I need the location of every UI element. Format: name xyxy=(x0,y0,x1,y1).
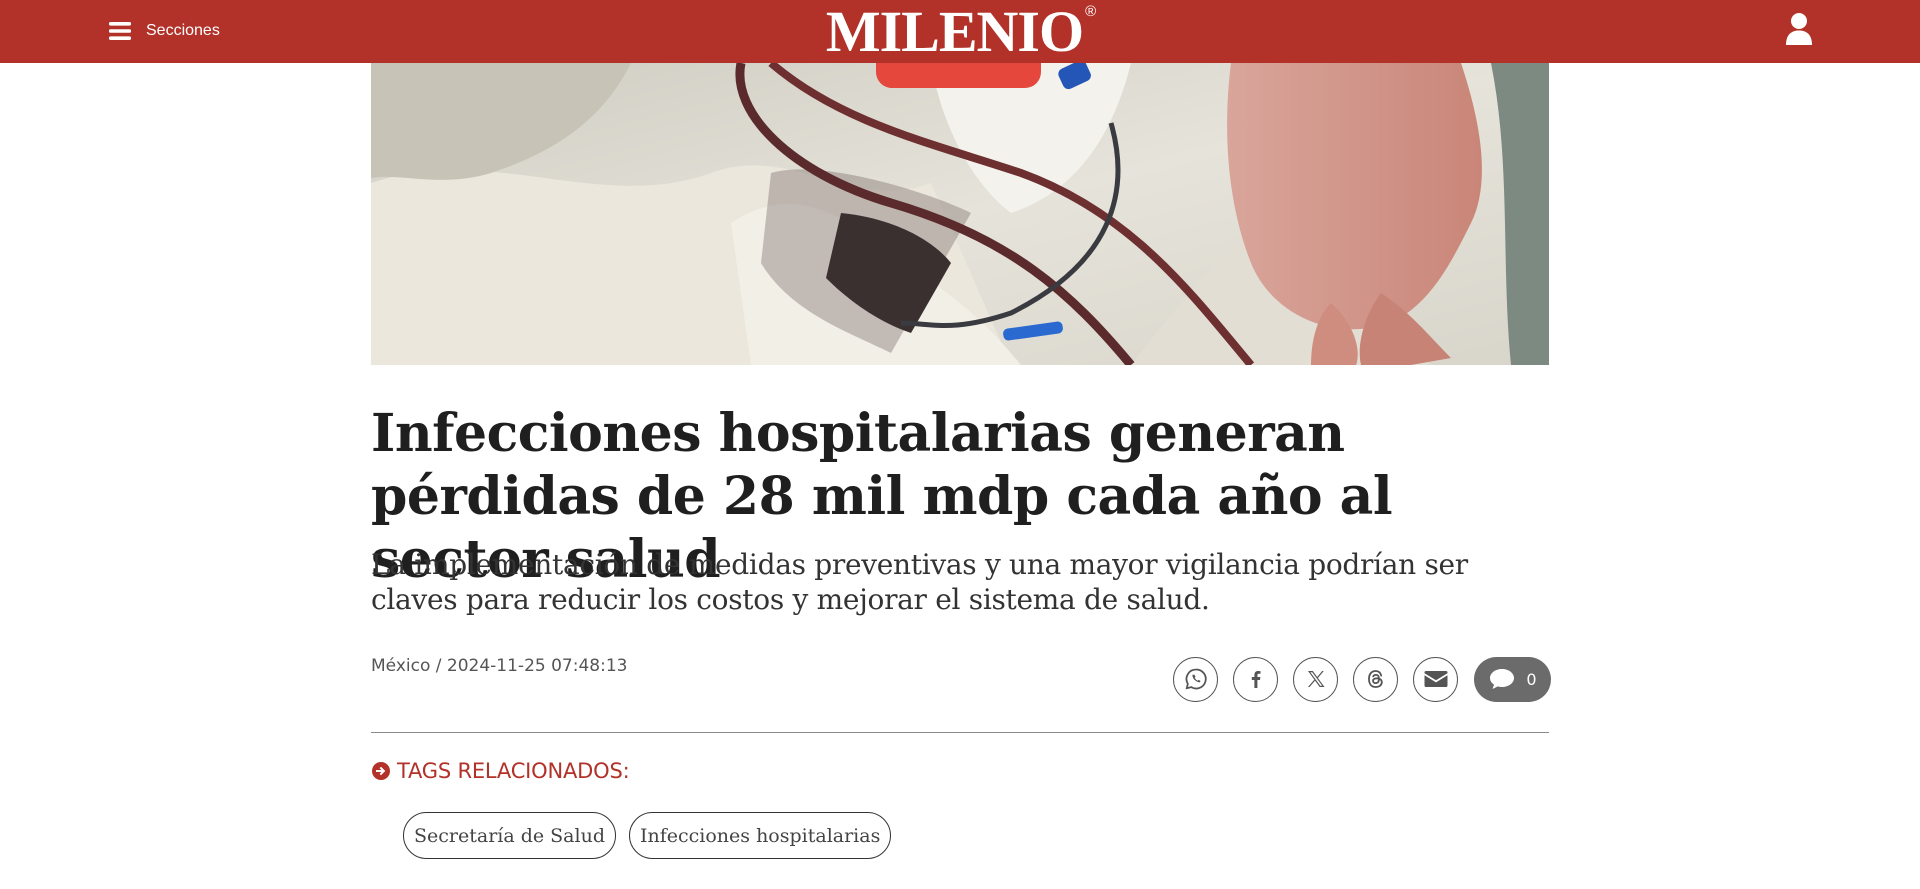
tag-item[interactable]: Secretaría de Salud xyxy=(403,812,616,859)
share-x-button[interactable] xyxy=(1293,656,1338,702)
hamburger-icon xyxy=(109,22,131,40)
related-tags-label: TAGS RELACIONADOS: xyxy=(397,759,630,783)
user-icon xyxy=(1786,13,1812,45)
logo-container: MILENIO ® xyxy=(0,0,1920,63)
facebook-icon xyxy=(1251,671,1260,688)
share-bar: 0 xyxy=(1173,656,1551,702)
site-header: Secciones MILENIO ® xyxy=(0,0,1920,63)
threads-icon xyxy=(1367,670,1383,688)
arrow-circle-right-icon xyxy=(372,762,390,780)
related-tags-heading: TAGS RELACIONADOS: xyxy=(371,759,630,783)
article-timestamp: 2024-11-25 07:48:13 xyxy=(446,656,628,676)
registered-mark: ® xyxy=(1085,3,1097,20)
section-divider xyxy=(371,732,1549,733)
share-whatsapp-button[interactable] xyxy=(1173,656,1218,702)
tags-list: Secretaría de Salud Infecciones hospital… xyxy=(403,812,904,859)
article-meta: México / 2024-11-25 07:48:13 xyxy=(371,656,627,676)
email-icon xyxy=(1424,671,1447,687)
hero-image xyxy=(371,63,1549,365)
share-threads-button[interactable] xyxy=(1353,656,1398,702)
x-icon xyxy=(1307,671,1324,687)
meta-separator: / xyxy=(430,656,447,676)
sections-menu-button[interactable]: Secciones xyxy=(108,16,220,46)
hospital-photo-illustration xyxy=(371,63,1549,365)
comments-count: 0 xyxy=(1526,669,1537,689)
tag-item[interactable]: Infecciones hospitalarias xyxy=(628,812,892,859)
whatsapp-icon xyxy=(1185,668,1207,690)
share-email-button[interactable] xyxy=(1413,656,1458,702)
user-account-button[interactable] xyxy=(1784,12,1814,46)
comments-button[interactable]: 0 xyxy=(1474,656,1551,702)
comment-icon xyxy=(1490,669,1515,689)
sections-menu-label: Secciones xyxy=(146,22,220,39)
site-logo[interactable]: MILENIO xyxy=(826,2,1084,61)
article-subheadline: La implementación de medidas preventivas… xyxy=(371,548,1468,616)
article-location: México xyxy=(371,656,431,676)
share-facebook-button[interactable] xyxy=(1233,656,1278,702)
